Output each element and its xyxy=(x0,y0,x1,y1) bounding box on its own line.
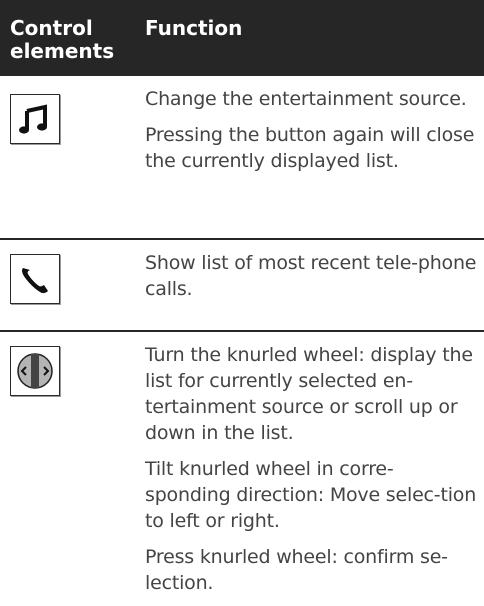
description-paragraph: Tilt knurled wheel in corre-sponding dir… xyxy=(145,458,477,532)
description-paragraph: Pressing the button again will close the… xyxy=(145,124,475,172)
music-note-icon xyxy=(10,94,60,144)
description-paragraph: Press knurled wheel: confirm se-lection. xyxy=(145,546,448,594)
table-header: Control elements Function xyxy=(0,0,484,76)
table-row: Turn the knurled wheel: display the list… xyxy=(0,332,484,606)
table-row: Show list of most recent tele-phone call… xyxy=(0,240,484,332)
function-description: Change the entertainment source. Pressin… xyxy=(145,86,477,184)
description-paragraph: Show list of most recent tele-phone call… xyxy=(145,252,477,300)
control-elements-table: Control elements Function Change the ent… xyxy=(0,0,484,606)
function-description: Turn the knurled wheel: display the list… xyxy=(145,342,477,606)
table-row: Change the entertainment source. Pressin… xyxy=(0,76,484,240)
description-paragraph: Change the entertainment source. xyxy=(145,88,467,110)
description-paragraph: Turn the knurled wheel: display the list… xyxy=(145,344,473,444)
telephone-handset-icon xyxy=(10,254,60,304)
header-function: Function xyxy=(145,16,243,40)
function-description: Show list of most recent tele-phone call… xyxy=(145,250,477,312)
knurled-wheel-icon xyxy=(10,346,60,396)
header-control-elements: Control elements xyxy=(10,16,115,63)
